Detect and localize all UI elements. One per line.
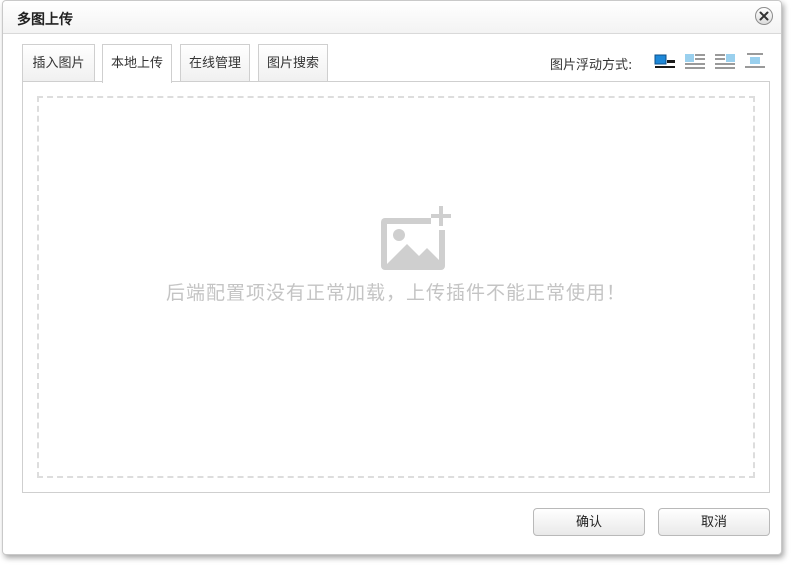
upload-dropzone[interactable]: 后端配置项没有正常加载，上传插件不能正常使用！: [37, 96, 755, 478]
dialog-titlebar[interactable]: 多图上传: [3, 1, 781, 34]
float-right-button[interactable]: [714, 52, 736, 70]
tab-label: 在线管理: [188, 56, 241, 71]
float-left-icon: [685, 54, 705, 69]
tab-label: 插入图片: [32, 56, 85, 71]
tab-label: 本地上传: [110, 56, 163, 71]
float-center-button[interactable]: [744, 52, 766, 70]
close-button[interactable]: [755, 7, 773, 25]
float-mode-label: 图片浮动方式:: [550, 58, 633, 73]
error-message: 后端配置项没有正常加载，上传插件不能正常使用！: [165, 282, 626, 304]
tab-label: 图片搜索: [266, 56, 319, 71]
tab-local-upload[interactable]: 本地上传: [102, 44, 172, 83]
float-right-icon: [715, 54, 735, 69]
float-none-button[interactable]: [654, 52, 676, 70]
tab-insert-image[interactable]: 插入图片: [22, 44, 95, 81]
tab-image-search[interactable]: 图片搜索: [258, 44, 328, 81]
float-none-icon: [654, 52, 676, 70]
float-center-icon: [745, 53, 765, 68]
dialog-title: 多图上传: [17, 12, 73, 28]
confirm-button[interactable]: 确认: [533, 508, 645, 536]
float-left-button[interactable]: [684, 52, 706, 70]
close-icon: [759, 11, 769, 21]
tab-online-manage[interactable]: 在线管理: [180, 44, 250, 81]
add-image-icon: [377, 206, 457, 280]
upload-panel: 后端配置项没有正常加载，上传插件不能正常使用！: [22, 81, 770, 493]
cancel-button[interactable]: 取消: [658, 508, 770, 536]
